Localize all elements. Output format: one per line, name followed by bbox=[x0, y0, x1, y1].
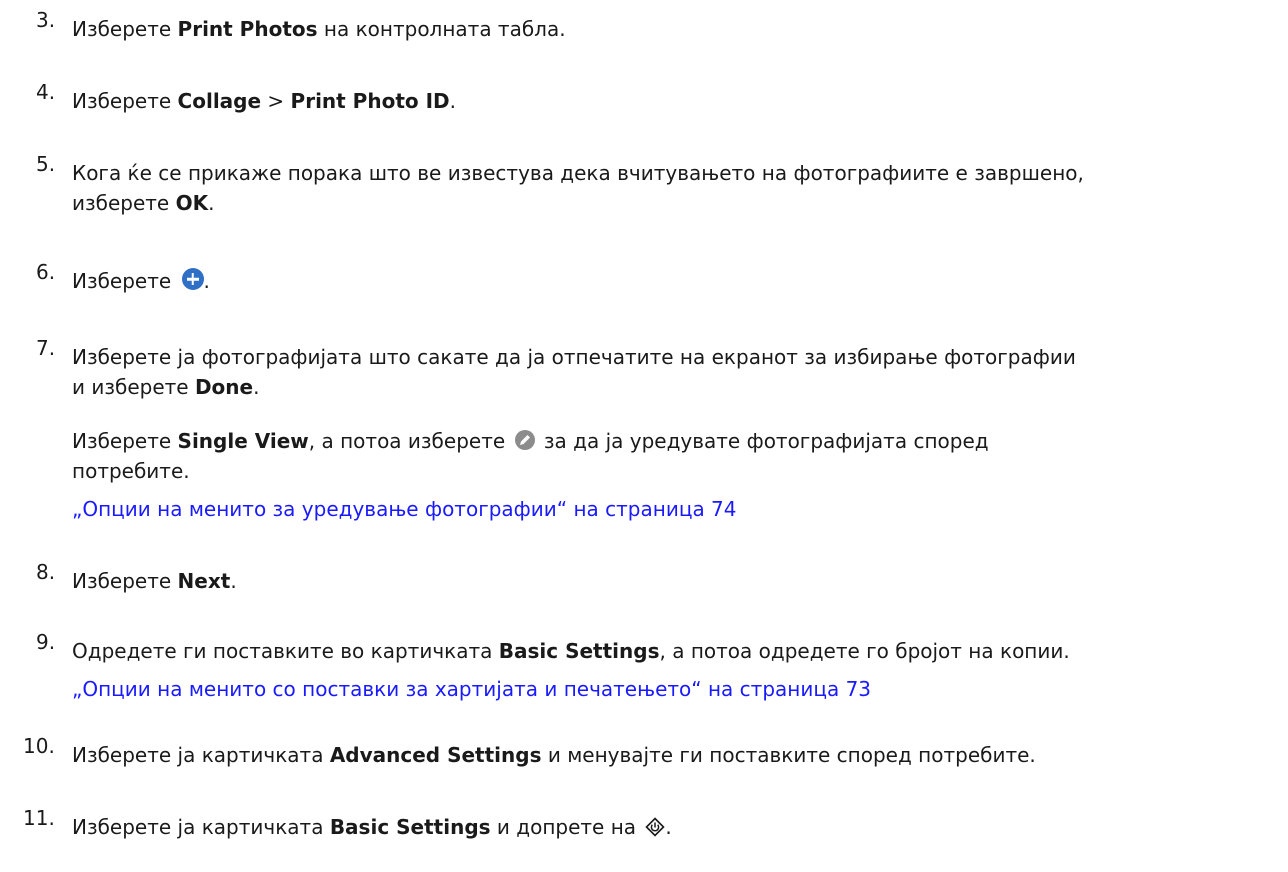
note-line1: Изберете Single View, а потоа изберете з… bbox=[72, 429, 989, 453]
step-text-line1: Изберете ја фотографијата што сакате да … bbox=[72, 345, 1076, 369]
tab-basic-settings-label: Basic Settings bbox=[498, 639, 660, 663]
link-text[interactable]: „Опции на менито со поставки за хартијат… bbox=[72, 677, 871, 701]
step-number: 6. bbox=[36, 260, 56, 284]
button-done-label: Done bbox=[194, 375, 254, 399]
step-number: 4. bbox=[36, 80, 56, 104]
step-number: 9. bbox=[36, 630, 56, 654]
tab-basic-settings-label: Basic Settings bbox=[329, 815, 491, 839]
step-text: Изберете Next. bbox=[72, 569, 237, 593]
link-text[interactable]: „Опции на менито за уредување фотографии… bbox=[72, 497, 737, 521]
tab-advanced-settings-label: Advanced Settings bbox=[329, 743, 542, 767]
edit-pencil-icon bbox=[514, 430, 535, 450]
step-number: 11. bbox=[23, 806, 55, 830]
step-text: Изберете ја картичката Basic Settings и … bbox=[72, 814, 672, 843]
add-circle-icon bbox=[181, 268, 204, 290]
button-next-label: Next bbox=[177, 569, 231, 593]
instruction-page: 3. Изберете Print Photos на контролната … bbox=[0, 0, 1288, 872]
menu-item-print-photos: Print Photos bbox=[177, 17, 318, 41]
step-text-line2: изберете OK. bbox=[72, 191, 215, 215]
step-number: 3. bbox=[36, 8, 56, 32]
step-number: 5. bbox=[36, 152, 56, 176]
step-number: 10. bbox=[23, 734, 55, 758]
note-line2: потребите. bbox=[72, 459, 190, 483]
link-paper-print-settings-options[interactable]: „Опции на менито со поставки за хартијат… bbox=[72, 676, 871, 702]
menu-item-single-view: Single View bbox=[177, 429, 309, 453]
step-text-line2: и изберете Done. bbox=[72, 375, 260, 399]
menu-item-print-photo-id: Print Photo ID bbox=[290, 89, 450, 113]
link-photo-edit-menu-options[interactable]: „Опции на менито за уредување фотографии… bbox=[72, 496, 737, 522]
step-text: Изберете . bbox=[72, 268, 210, 293]
step-number: 8. bbox=[36, 560, 56, 584]
menu-item-collage: Collage bbox=[177, 89, 262, 113]
step-text: Одредете ги поставките во картичката Bas… bbox=[72, 639, 1070, 663]
button-ok-label: OK bbox=[175, 191, 209, 215]
step-text: Изберете Collage > Print Photo ID. bbox=[72, 89, 456, 113]
step-text: Изберете ја картичката Advanced Settings… bbox=[72, 743, 1036, 767]
step-text: Изберете Print Photos на контролната таб… bbox=[72, 17, 566, 41]
start-button-icon bbox=[645, 817, 666, 843]
step-text-line1: Кога ќе се прикаже порака што ве известу… bbox=[72, 161, 1084, 185]
step-number: 7. bbox=[36, 336, 56, 360]
